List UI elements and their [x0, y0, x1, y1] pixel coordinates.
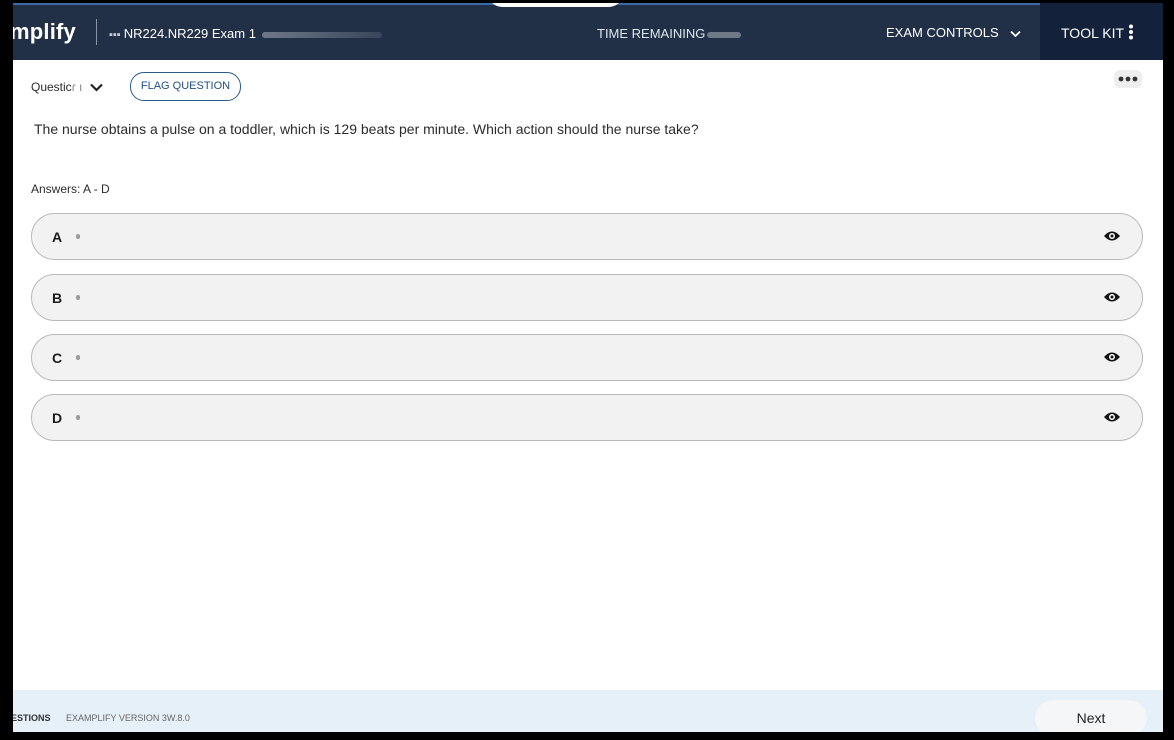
app-version: EXAMPLIFY VERSION 3W.8.0: [66, 713, 190, 723]
redacted-answer-text: [76, 355, 80, 360]
eye-icon[interactable]: [1103, 290, 1121, 304]
exam-controls-button[interactable]: EXAM CONTROLS: [886, 25, 1021, 40]
eye-icon[interactable]: [1103, 410, 1121, 424]
answer-option-b[interactable]: B: [31, 274, 1143, 321]
horizontal-dots-icon: [1118, 76, 1138, 82]
exam-title-text: NR224.NR229 Exam 1: [123, 26, 256, 41]
redacted-title-text: [261, 31, 382, 38]
answers-label: Answers: A - D: [31, 182, 110, 196]
questions-nav-link[interactable]: ESTIONS: [13, 713, 51, 723]
footer-bar: ESTIONS EXAMPLIFY VERSION 3W.8.0 Next: [13, 690, 1163, 732]
question-text: The nurse obtains a pulse on a toddler, …: [34, 121, 699, 137]
redacted-answer-text: [76, 415, 80, 420]
header-divider: [96, 19, 97, 45]
redacted-answer-text: [76, 234, 80, 239]
answer-option-d[interactable]: D: [31, 394, 1143, 441]
question-number-redacted: ɾ ı: [71, 80, 83, 94]
more-options-button[interactable]: [1114, 70, 1142, 88]
time-remaining-label: TIME REMAINING: [597, 26, 706, 41]
exam-title: ▪▪▪ NR224.NR229 Exam 1: [109, 26, 382, 41]
option-letter: D: [52, 410, 63, 426]
toolkit-label: TOOL KIT: [1061, 25, 1125, 41]
top-bar: mplify ▪▪▪ NR224.NR229 Exam 1 TIME REMAIN…: [13, 3, 1163, 60]
eye-icon[interactable]: [1103, 350, 1121, 364]
app-logo: mplify: [13, 19, 76, 44]
option-letter: C: [52, 350, 63, 366]
chevron-down-icon: [1010, 30, 1021, 37]
option-letter: A: [52, 229, 63, 245]
option-letter: B: [52, 290, 63, 306]
redacted-time: [707, 31, 742, 38]
time-remaining: TIME REMAINING: [597, 26, 742, 41]
camera-notch: [488, 3, 623, 7]
question-selector[interactable]: Questicɾ ı: [31, 80, 103, 94]
redacted-answer-text: [76, 295, 80, 300]
eye-icon[interactable]: [1103, 229, 1121, 243]
toolkit-button[interactable]: TOOL KIT: [1040, 3, 1163, 60]
exam-window: mplify ▪▪▪ NR224.NR229 Exam 1 TIME REMAIN…: [13, 3, 1163, 732]
vertical-dots-icon: [1129, 24, 1133, 40]
question-selector-label: Questic: [31, 80, 72, 94]
flag-question-button[interactable]: FLAG QUESTION: [130, 72, 241, 101]
next-button[interactable]: Next: [1035, 700, 1147, 732]
exam-controls-label: EXAM CONTROLS: [886, 25, 999, 40]
chevron-down-icon: [89, 84, 103, 92]
answer-option-a[interactable]: A: [31, 213, 1143, 260]
exam-code-redacted: ▪▪▪: [109, 29, 121, 41]
answer-option-c[interactable]: C: [31, 334, 1143, 381]
